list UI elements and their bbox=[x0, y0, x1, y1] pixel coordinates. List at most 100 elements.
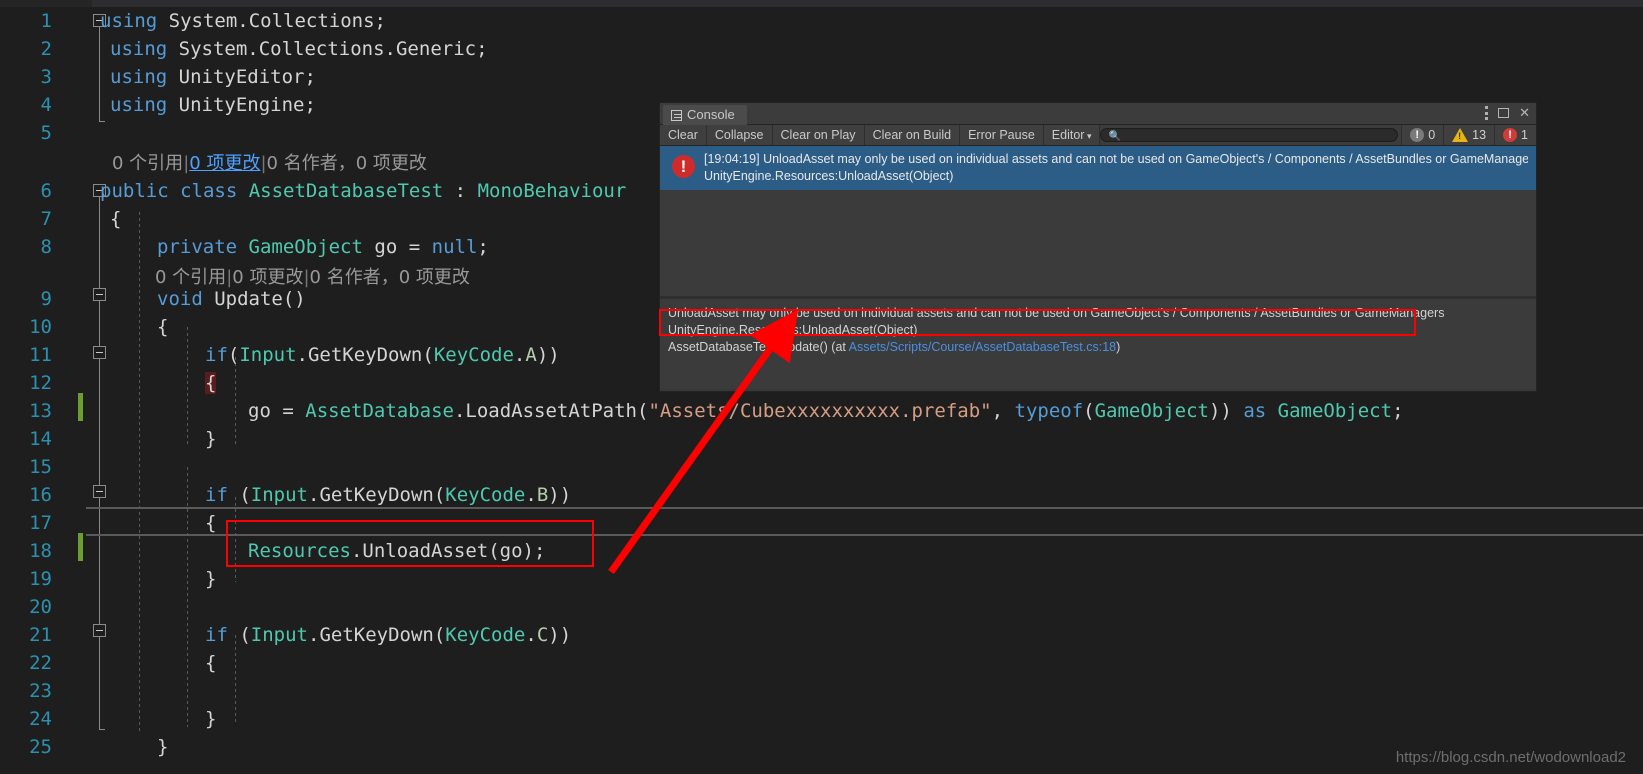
warning-counter[interactable]: 13 bbox=[1443, 125, 1495, 145]
error-icon: ! bbox=[672, 155, 695, 178]
line-number: 25 bbox=[29, 736, 52, 758]
line-number: 6 bbox=[40, 180, 52, 202]
codelens-authors: 0 名作者，0 项更改 bbox=[266, 153, 427, 174]
code-line[interactable]: 2 using System.Collections.Generic; bbox=[0, 35, 1643, 64]
info-icon: ! bbox=[1410, 128, 1425, 142]
line-content: { bbox=[110, 208, 122, 230]
line-content: void Update() bbox=[157, 288, 306, 310]
line-number: 13 bbox=[29, 400, 52, 422]
window-controls: ✕ bbox=[1485, 106, 1530, 120]
maximize-icon[interactable] bbox=[1498, 108, 1510, 118]
detail-frame-1: UnityEngine.Resources:UnloadAsset(Object… bbox=[668, 323, 918, 337]
close-icon[interactable]: ✕ bbox=[1519, 106, 1530, 120]
line-content: if (Input.GetKeyDown(KeyCode.C)) bbox=[205, 624, 572, 646]
code-line[interactable]: 23 bbox=[0, 677, 1643, 706]
codelens-class[interactable]: 0 个引用|0 项更改|0 名作者，0 项更改 bbox=[112, 149, 427, 175]
code-line[interactable]: 1 using System.Collections; bbox=[0, 7, 1643, 36]
clear-button[interactable]: Clear bbox=[660, 125, 707, 145]
line-number: 23 bbox=[29, 680, 52, 702]
log-message-line1: [19:04:19] UnloadAsset may only be used … bbox=[704, 152, 1528, 166]
info-count: 0 bbox=[1428, 128, 1436, 142]
console-icon bbox=[671, 109, 682, 121]
clear-on-play-button[interactable]: Clear on Play bbox=[772, 125, 865, 145]
screenshot-root: 1 using System.Collections; 2 using Syst… bbox=[0, 0, 1643, 774]
line-number: 17 bbox=[29, 512, 52, 534]
error-pause-button[interactable]: Error Pause bbox=[960, 125, 1044, 145]
line-number: 4 bbox=[40, 94, 52, 116]
console-log-list[interactable]: ! [19:04:19] UnloadAsset may only be use… bbox=[660, 146, 1536, 296]
line-content: public class AssetDatabaseTest : MonoBeh… bbox=[100, 180, 627, 202]
line-content: { bbox=[205, 369, 217, 398]
list-item[interactable]: ! [19:04:19] UnloadAsset may only be use… bbox=[660, 146, 1536, 190]
codelens-references: 0 个引用 bbox=[112, 153, 184, 174]
line-content: if(Input.GetKeyDown(KeyCode.A)) bbox=[205, 344, 560, 366]
code-line[interactable]: 13 go = AssetDatabase.LoadAssetAtPath("A… bbox=[0, 397, 1643, 426]
log-message-line2: UnityEngine.Resources:UnloadAsset(Object… bbox=[704, 169, 954, 183]
watermark: https://blog.csdn.net/wodownload2 bbox=[1395, 749, 1626, 766]
brace-error-highlight: { bbox=[205, 372, 217, 394]
line-number: 2 bbox=[40, 38, 52, 60]
tab-console[interactable]: Console bbox=[663, 105, 747, 125]
line-content: private GameObject go = null; bbox=[157, 236, 489, 258]
line-content: { bbox=[205, 652, 217, 674]
line-content: } bbox=[205, 568, 217, 590]
line-content: { bbox=[205, 512, 217, 534]
codelens-changes-link[interactable]: 0 项更改 bbox=[189, 153, 260, 174]
info-counter[interactable]: ! 0 bbox=[1401, 125, 1444, 145]
line-number: 1 bbox=[40, 10, 52, 32]
code-line[interactable]: 22 { bbox=[0, 649, 1643, 678]
detail-message: UnloadAsset may only be used on individu… bbox=[668, 306, 1445, 320]
tab-console-label: Console bbox=[687, 107, 735, 122]
detail-frame-2-link[interactable]: Assets/Scripts/Course/AssetDatabaseTest.… bbox=[849, 340, 1116, 354]
console-detail-pane[interactable]: UnloadAsset may only be used on individu… bbox=[660, 299, 1536, 389]
line-number: 24 bbox=[29, 708, 52, 730]
search-input[interactable]: 🔍 bbox=[1100, 128, 1399, 142]
line-number: 21 bbox=[29, 624, 52, 646]
console-tab-row: Console ✕ bbox=[660, 103, 1536, 125]
error-counter[interactable]: ! 1 bbox=[1494, 125, 1536, 145]
code-line[interactable]: 21 if (Input.GetKeyDown(KeyCode.C)) bbox=[0, 621, 1643, 650]
line-content: using System.Collections; bbox=[100, 10, 386, 32]
line-number: 9 bbox=[40, 288, 52, 310]
collapse-button[interactable]: Collapse bbox=[706, 125, 773, 145]
code-line[interactable]: 20 bbox=[0, 593, 1643, 622]
code-line[interactable]: 3 using UnityEditor; bbox=[0, 63, 1643, 92]
line-content: go = AssetDatabase.LoadAssetAtPath("Asse… bbox=[248, 400, 1404, 422]
line-content: { bbox=[157, 316, 169, 338]
warning-count: 13 bbox=[1472, 128, 1487, 142]
line-content: using UnityEngine; bbox=[110, 94, 316, 116]
error-count: 1 bbox=[1521, 128, 1528, 142]
line-content: using UnityEditor; bbox=[110, 66, 316, 88]
code-line[interactable]: 14 } bbox=[0, 425, 1643, 454]
console-toolbar[interactable]: Clear Collapse Clear on Play Clear on Bu… bbox=[660, 125, 1536, 146]
detail-frame-2-prefix: AssetDatabaseTest:Update() (at bbox=[668, 340, 849, 354]
code-line[interactable]: 17 { bbox=[0, 509, 1643, 538]
editor-dropdown[interactable]: Editor bbox=[1043, 125, 1101, 145]
line-number: 5 bbox=[40, 122, 52, 144]
warning-icon bbox=[1452, 128, 1469, 142]
line-number: 12 bbox=[29, 372, 52, 394]
unity-console-window[interactable]: Console ✕ Clear Collapse Clear on Play C… bbox=[659, 102, 1537, 392]
editor-active-tab[interactable] bbox=[0, 0, 92, 7]
line-content: Resources.UnloadAsset(go); bbox=[248, 540, 546, 562]
line-number: 11 bbox=[29, 344, 52, 366]
detail-frame-2: AssetDatabaseTest:Update() (at Assets/Sc… bbox=[668, 339, 1528, 356]
code-line[interactable]: 24 } bbox=[0, 705, 1643, 734]
line-number: 15 bbox=[29, 456, 52, 478]
line-number: 3 bbox=[40, 66, 52, 88]
clear-on-build-button[interactable]: Clear on Build bbox=[864, 125, 961, 145]
code-line[interactable]: 15 bbox=[0, 453, 1643, 482]
detail-frame-2-suffix: ) bbox=[1116, 340, 1121, 354]
line-content: if (Input.GetKeyDown(KeyCode.B)) bbox=[205, 484, 572, 506]
line-content: using System.Collections.Generic; bbox=[110, 38, 488, 60]
line-content: } bbox=[157, 736, 169, 758]
more-options-icon[interactable] bbox=[1485, 106, 1489, 120]
code-line[interactable]: 16 if (Input.GetKeyDown(KeyCode.B)) bbox=[0, 481, 1643, 510]
line-content: } bbox=[205, 708, 217, 730]
editor-tabstrip bbox=[0, 0, 1643, 7]
code-line[interactable]: 19 } bbox=[0, 565, 1643, 594]
code-line[interactable]: 18 Resources.UnloadAsset(go); bbox=[0, 537, 1643, 566]
line-number: 18 bbox=[29, 540, 52, 562]
error-icon: ! bbox=[1503, 128, 1518, 142]
line-number: 20 bbox=[29, 596, 52, 618]
